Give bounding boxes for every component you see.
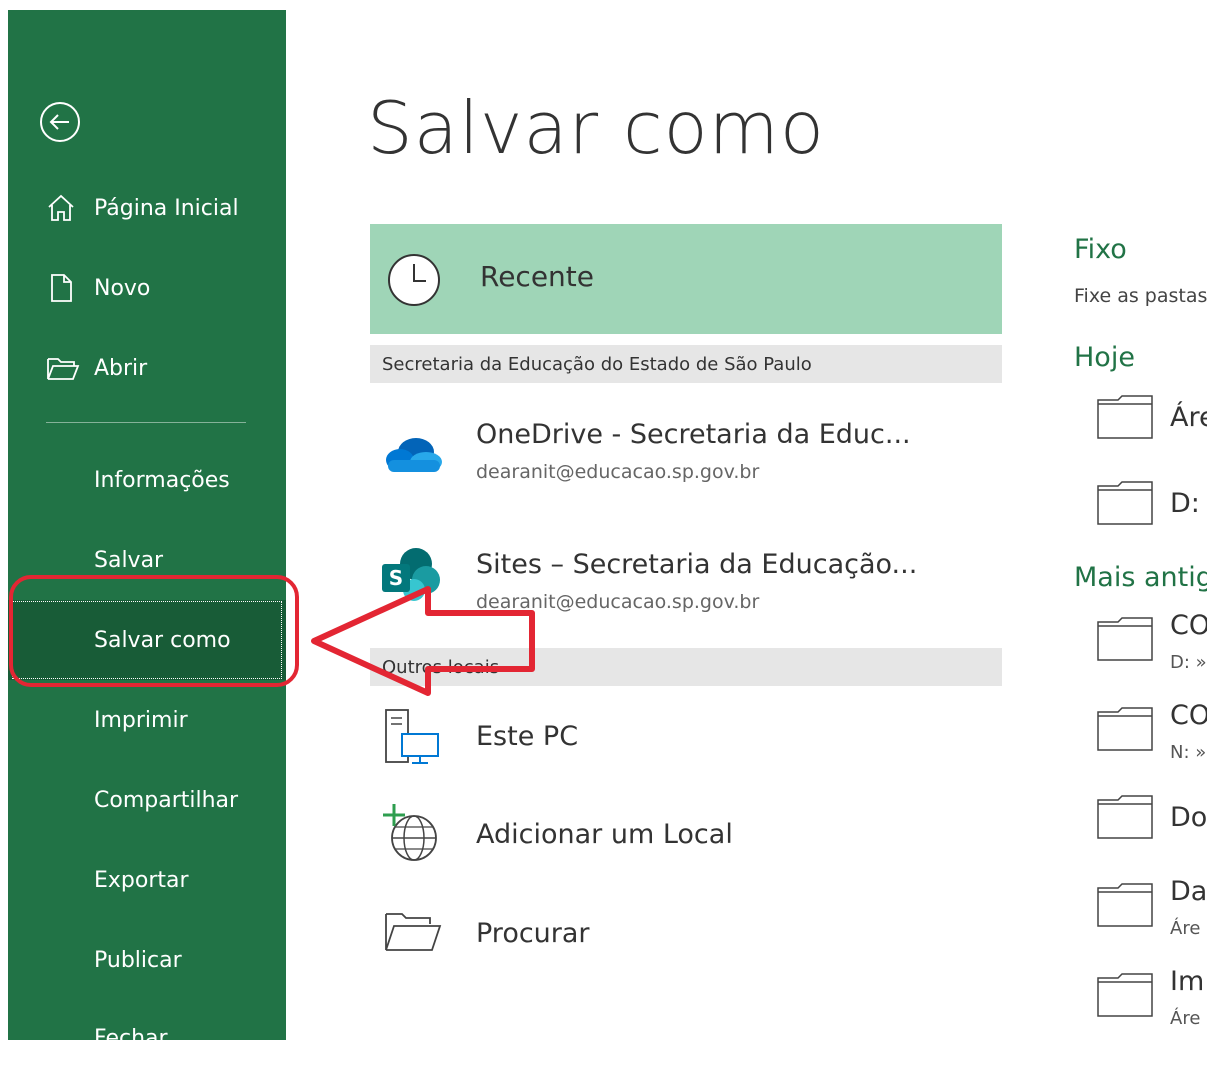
folder-name: Áre [1170, 402, 1207, 433]
nav-info-label: Informações [94, 467, 230, 493]
add-location-label: Adicionar um Local [476, 819, 733, 850]
section-organization-label: Secretaria da Educação do Estado de São … [382, 353, 812, 375]
folder-name: D: [1170, 488, 1200, 519]
location-add[interactable]: Adicionar um Local [370, 794, 1002, 884]
nav-close-label: Fechar [94, 1025, 168, 1051]
folder-icon [1097, 395, 1153, 439]
folder-icon [1097, 973, 1153, 1017]
annotation-arrow [311, 586, 535, 696]
folder-path: D: » [1170, 652, 1207, 673]
folder-path: Áre [1170, 1008, 1201, 1029]
nav-print-label: Imprimir [94, 707, 188, 733]
this-pc-label: Este PC [476, 721, 579, 752]
nav-new[interactable]: Novo [8, 248, 286, 328]
nav-share[interactable]: Compartilhar [8, 760, 286, 840]
folder-path: Áre [1170, 918, 1201, 939]
location-onedrive[interactable]: OneDrive - Secretaria da Educ... dearani… [370, 404, 1002, 514]
clock-icon [386, 252, 442, 312]
folder-icon [1097, 617, 1153, 661]
folder-icon [1097, 883, 1153, 927]
nav-home-label: Página Inicial [94, 195, 239, 221]
sites-name: Sites – Secretaria da Educação... [476, 549, 918, 580]
location-recent-label: Recente [480, 260, 594, 293]
folder-icon [1097, 481, 1153, 525]
folder-path: N: » [1170, 742, 1207, 763]
nav-open[interactable]: Abrir [8, 328, 286, 408]
location-recent[interactable]: Recente [370, 224, 1002, 334]
folder-name: Im [1170, 966, 1205, 997]
nav-info[interactable]: Informações [8, 440, 286, 520]
back-arrow-icon[interactable] [38, 100, 82, 144]
home-icon [46, 193, 76, 223]
today-header: Hoje [1074, 342, 1135, 373]
folder-name: CO [1170, 700, 1207, 731]
nav-publish[interactable]: Publicar [8, 920, 286, 1000]
this-pc-icon [380, 706, 444, 772]
nav-open-label: Abrir [94, 355, 148, 381]
annotation-highlight-box [9, 575, 299, 687]
section-organization: Secretaria da Educação do Estado de São … [370, 345, 1002, 383]
open-folder-icon [46, 353, 80, 383]
folder-icon [1097, 707, 1153, 751]
onedrive-account: dearanit@educacao.sp.gov.br [476, 461, 760, 483]
onedrive-name: OneDrive - Secretaria da Educ... [476, 419, 911, 450]
nav-save-label: Salvar [94, 547, 164, 573]
add-location-globe-icon [380, 802, 444, 868]
pinned-hint: Fixe as pastas [1074, 285, 1207, 307]
onedrive-cloud-icon [380, 430, 446, 482]
folder-icon [1097, 795, 1153, 839]
folder-name: CO [1170, 610, 1207, 641]
browse-label: Procurar [476, 918, 590, 949]
nav-close[interactable]: Fechar [8, 998, 286, 1078]
location-browse[interactable]: Procurar [370, 894, 1002, 984]
older-header: Mais antig [1074, 562, 1207, 593]
nav-export-label: Exportar [94, 867, 189, 893]
nav-new-label: Novo [94, 275, 151, 301]
folders-panel: Fixo Fixe as pastas Hoje Áre D: Mais ant… [1074, 230, 1207, 1040]
location-this-pc[interactable]: Este PC [370, 694, 1002, 784]
nav-share-label: Compartilhar [94, 787, 239, 813]
folder-name: Do [1170, 802, 1207, 833]
folder-name: Da [1170, 876, 1207, 907]
nav-publish-label: Publicar [94, 947, 182, 973]
nav-home[interactable]: Página Inicial [8, 168, 286, 248]
backstage-sidebar: Página Inicial Novo Abrir Informações Sa… [8, 10, 286, 1051]
nav-print[interactable]: Imprimir [8, 680, 286, 760]
pinned-header: Fixo [1074, 234, 1127, 265]
page-title: Salvar como [367, 86, 825, 170]
nav-export[interactable]: Exportar [8, 840, 286, 920]
nav-divider [46, 422, 246, 423]
browse-folder-icon [380, 906, 444, 962]
new-document-icon [46, 273, 76, 303]
